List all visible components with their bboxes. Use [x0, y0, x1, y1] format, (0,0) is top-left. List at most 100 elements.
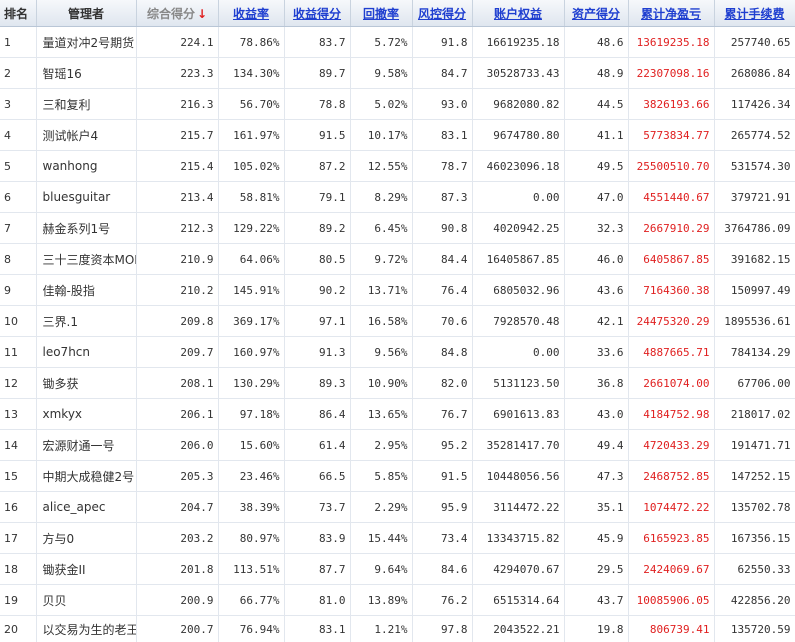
- return-rate-cell: 160.97%: [218, 337, 284, 368]
- cum-profit-cell: 2661074.00: [628, 368, 714, 399]
- return-score-cell: 87.7: [284, 554, 350, 585]
- return-score-cell: 89.2: [284, 213, 350, 244]
- ranking-table: 排名 管理者 综合得分↓ 收益率 收益得分 回撤率 风控得分 账户权益 资产得分…: [0, 0, 795, 642]
- asset-score-header[interactable]: 资产得分: [564, 0, 628, 27]
- equity-cell: 4294070.67: [472, 554, 564, 585]
- score-cell: 201.8: [136, 554, 218, 585]
- drawdown-cell: 10.17%: [350, 120, 412, 151]
- cum-profit-cell: 10085906.05: [628, 585, 714, 616]
- cum-profit-cell: 5773834.77: [628, 120, 714, 151]
- cum-profit-cell: 3826193.66: [628, 89, 714, 120]
- manager-name-cell: leo7hcn: [36, 337, 136, 368]
- asset-score-cell: 33.6: [564, 337, 628, 368]
- risk-score-cell: 93.0: [412, 89, 472, 120]
- cum-fee-cell: 391682.15: [714, 244, 795, 275]
- equity-header[interactable]: 账户权益: [472, 0, 564, 27]
- cum-fee-sort-link[interactable]: 累计手续费: [724, 7, 784, 21]
- return-rate-cell: 56.70%: [218, 89, 284, 120]
- drawdown-cell: 16.58%: [350, 306, 412, 337]
- asset-score-cell: 49.5: [564, 151, 628, 182]
- risk-score-header[interactable]: 风控得分: [412, 0, 472, 27]
- cum-fee-cell: 191471.71: [714, 430, 795, 461]
- return-score-sort-link[interactable]: 收益得分: [293, 7, 341, 21]
- cum-profit-cell: 4720433.29: [628, 430, 714, 461]
- equity-cell: 46023096.18: [472, 151, 564, 182]
- return-score-cell: 91.3: [284, 337, 350, 368]
- asset-score-cell: 48.6: [564, 27, 628, 58]
- equity-sort-link[interactable]: 账户权益: [494, 7, 542, 21]
- drawdown-cell: 8.29%: [350, 182, 412, 213]
- return-score-cell: 86.4: [284, 399, 350, 430]
- asset-score-cell: 35.1: [564, 492, 628, 523]
- equity-cell: 2043522.21: [472, 616, 564, 642]
- return-rate-header[interactable]: 收益率: [218, 0, 284, 27]
- manager-name-cell: 量道对冲2号期货: [36, 27, 136, 58]
- table-row: 18锄获金II201.8113.51%87.79.64%84.64294070.…: [0, 554, 795, 585]
- asset-score-cell: 43.0: [564, 399, 628, 430]
- cum-fee-cell: 62550.33: [714, 554, 795, 585]
- rank-cell: 13: [0, 399, 36, 430]
- risk-score-cell: 91.5: [412, 461, 472, 492]
- cum-fee-cell: 257740.65: [714, 27, 795, 58]
- rank-cell: 3: [0, 89, 36, 120]
- asset-score-cell: 47.3: [564, 461, 628, 492]
- cum-fee-header[interactable]: 累计手续费: [714, 0, 795, 27]
- risk-score-cell: 76.2: [412, 585, 472, 616]
- score-sort-link[interactable]: 综合得分: [147, 7, 195, 21]
- manager-header: 管理者: [36, 0, 136, 27]
- asset-score-cell: 48.9: [564, 58, 628, 89]
- return-score-header[interactable]: 收益得分: [284, 0, 350, 27]
- score-header[interactable]: 综合得分↓: [136, 0, 218, 27]
- asset-score-sort-link[interactable]: 资产得分: [572, 7, 620, 21]
- manager-name-cell: 锄多获: [36, 368, 136, 399]
- cum-profit-cell: 6405867.85: [628, 244, 714, 275]
- drawdown-cell: 2.95%: [350, 430, 412, 461]
- equity-cell: 5131123.50: [472, 368, 564, 399]
- cum-profit-cell: 806739.41: [628, 616, 714, 642]
- cum-profit-header[interactable]: 累计净盈亏: [628, 0, 714, 27]
- equity-cell: 16619235.18: [472, 27, 564, 58]
- score-cell: 200.7: [136, 616, 218, 642]
- return-score-cell: 61.4: [284, 430, 350, 461]
- equity-cell: 30528733.43: [472, 58, 564, 89]
- risk-score-cell: 76.7: [412, 399, 472, 430]
- drawdown-sort-link[interactable]: 回撤率: [363, 7, 399, 21]
- manager-name-cell: 宏源财通一号: [36, 430, 136, 461]
- cum-fee-cell: 67706.00: [714, 368, 795, 399]
- return-rate-sort-link[interactable]: 收益率: [233, 7, 269, 21]
- asset-score-cell: 29.5: [564, 554, 628, 585]
- down-arrow-icon: ↓: [197, 7, 207, 21]
- drawdown-cell: 2.29%: [350, 492, 412, 523]
- manager-name-cell: 方与0: [36, 523, 136, 554]
- manager-name-cell: 赫金系列1号: [36, 213, 136, 244]
- risk-score-cell: 73.4: [412, 523, 472, 554]
- score-cell: 215.4: [136, 151, 218, 182]
- cum-profit-sort-link[interactable]: 累计净盈亏: [641, 7, 701, 21]
- drawdown-cell: 12.55%: [350, 151, 412, 182]
- rank-cell: 10: [0, 306, 36, 337]
- drawdown-header[interactable]: 回撤率: [350, 0, 412, 27]
- risk-score-cell: 76.4: [412, 275, 472, 306]
- manager-name-cell: 智瑶16: [36, 58, 136, 89]
- score-cell: 210.2: [136, 275, 218, 306]
- return-rate-cell: 145.91%: [218, 275, 284, 306]
- table-row: 10三界.1209.8369.17%97.116.58%70.67928570.…: [0, 306, 795, 337]
- manager-name-cell: 佳翰-股指: [36, 275, 136, 306]
- manager-name-cell: xmkyx: [36, 399, 136, 430]
- drawdown-cell: 13.71%: [350, 275, 412, 306]
- score-cell: 223.3: [136, 58, 218, 89]
- score-cell: 203.2: [136, 523, 218, 554]
- cum-profit-cell: 25500510.70: [628, 151, 714, 182]
- return-score-cell: 89.3: [284, 368, 350, 399]
- table-row: 13xmkyx206.197.18%86.413.65%76.76901613.…: [0, 399, 795, 430]
- rank-header: 排名: [0, 0, 36, 27]
- asset-score-cell: 49.4: [564, 430, 628, 461]
- cum-fee-cell: 135702.78: [714, 492, 795, 523]
- score-cell: 205.3: [136, 461, 218, 492]
- drawdown-cell: 9.56%: [350, 337, 412, 368]
- table-row: 7赫金系列1号212.3129.22%89.26.45%90.84020942.…: [0, 213, 795, 244]
- risk-score-sort-link[interactable]: 风控得分: [418, 7, 466, 21]
- cum-profit-cell: 6165923.85: [628, 523, 714, 554]
- return-rate-cell: 369.17%: [218, 306, 284, 337]
- table-row: 19贝贝200.966.77%81.013.89%76.26515314.644…: [0, 585, 795, 616]
